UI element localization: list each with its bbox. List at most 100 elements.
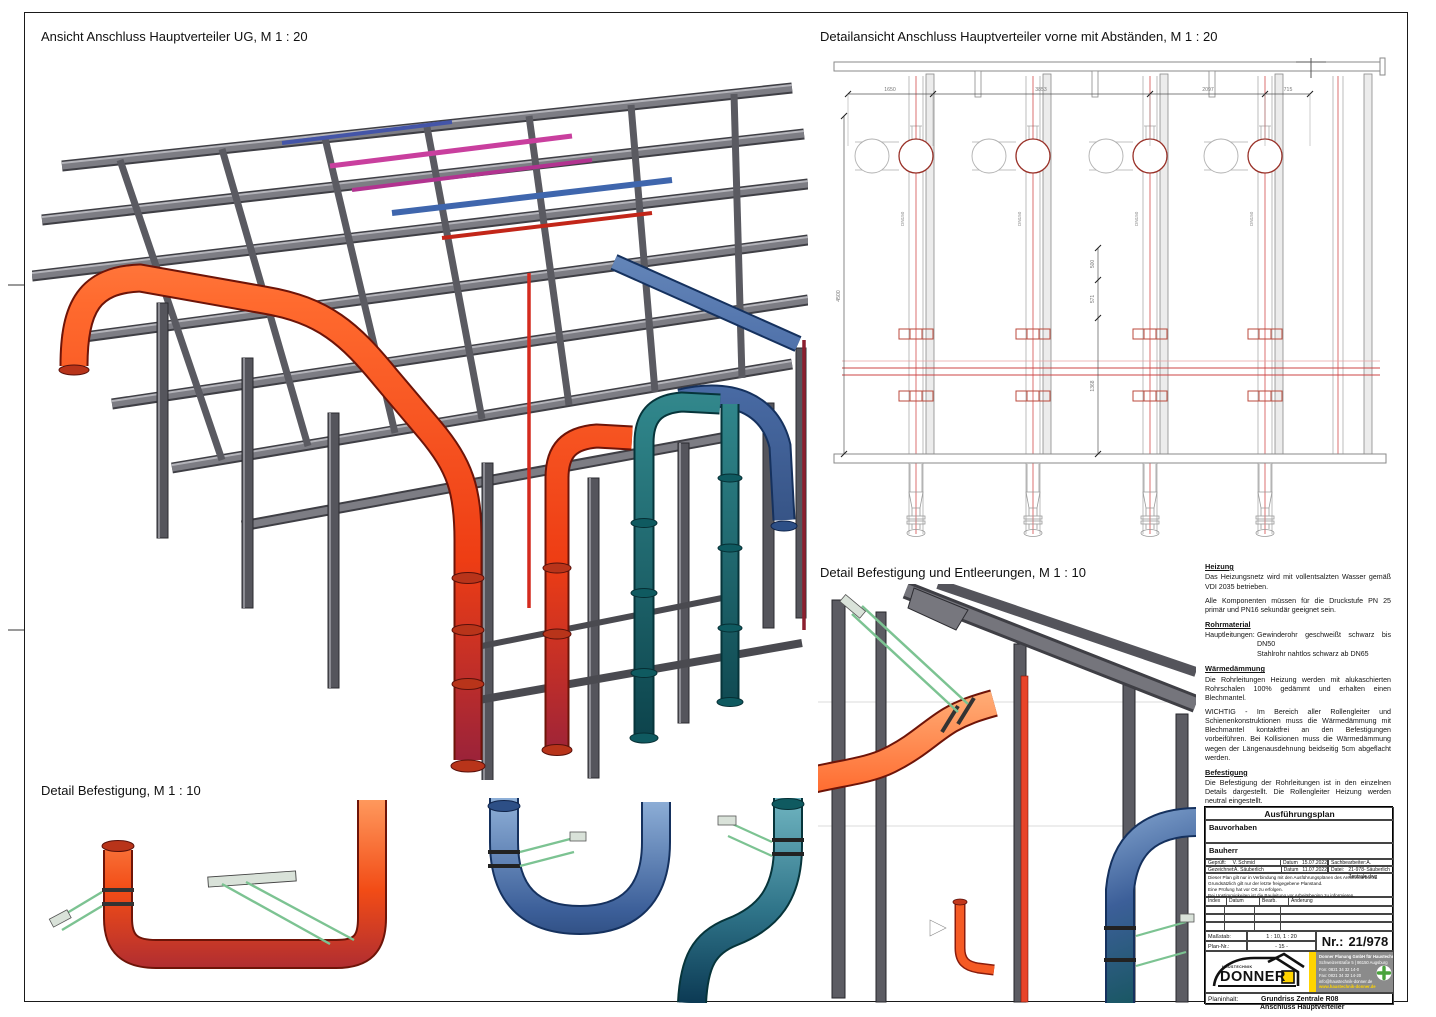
notes-heizung-title: Heizung <box>1205 562 1391 571</box>
hauptleitungen-label: Hauptleitungen: <box>1205 631 1257 649</box>
hauptleitungen-label-spacer <box>1205 650 1257 659</box>
riser-partial <box>1333 74 1372 456</box>
view4-detail-drawing <box>32 798 810 1003</box>
riser-group: DN150 <box>1089 74 1168 537</box>
datum1-value: 15.07.2022 <box>1302 860 1327 865</box>
view2-title: Detailansicht Anschluss Hauptverteiler v… <box>820 29 1217 44</box>
plan-sheet: Ansicht Anschluss Hauptverteiler UG, M 1… <box>0 0 1436 1017</box>
plannr-label: Plan-Nr.: <box>1205 941 1247 951</box>
view3-detail-drawing <box>818 584 1196 1003</box>
red-pipe-detail <box>818 676 1028 1002</box>
white-arrow-marker <box>930 920 946 936</box>
riser-group: DN150 <box>1204 74 1283 537</box>
sachbearbeiter-label: Sachbearbeiter: <box>1329 860 1366 865</box>
fold-mark-bottom <box>8 629 24 631</box>
pipe-dn-label: DN150 <box>900 211 905 226</box>
fold-mark-top <box>8 284 24 286</box>
geprueft-row: Geprüft: V. Schmid Datum 15.07.2022 <box>1205 859 1328 866</box>
datum2-value: 11.07.2022 <box>1302 867 1327 872</box>
dimension-left: 4500 <box>836 113 847 457</box>
notes-rohrmaterial-title: Rohrmaterial <box>1205 620 1391 629</box>
bearb-col: Bearb. <box>1260 898 1289 905</box>
bottom-beam <box>834 454 1386 463</box>
planinhalt-line2: Anschluss Hauptverteiler <box>1260 1004 1344 1011</box>
aenderung-col: Änderung <box>1289 898 1313 905</box>
datum2-label: Datum <box>1281 867 1303 872</box>
riser-groups: DN150 <box>855 74 1372 537</box>
bauvorhaben-label: Bauvorhaben <box>1206 821 1393 832</box>
top-beam <box>834 58 1385 97</box>
company-info-box: Donner Planung GmbH für Haustechnik Schw… <box>1316 952 1394 993</box>
geprueft-value: V. Schmid <box>1233 860 1280 865</box>
logo-row: HAUSTECHNIK DONNER Donner Planung GmbH f… <box>1205 951 1394 993</box>
detail-blue-ubend <box>488 798 656 920</box>
company-line: www.haustechnik-donner.de <box>1319 984 1392 990</box>
svg-text:715: 715 <box>1284 87 1293 93</box>
gezeichnet-value: A. Säuberlich <box>1234 867 1281 872</box>
bauherr-label: Bauherr <box>1206 844 1393 855</box>
index-empty-row <box>1205 922 1394 931</box>
datei-label: Datei: <box>1329 867 1348 872</box>
massstab-value: 1 : 10, 1 : 20 <box>1247 931 1316 941</box>
company-line: Donner Planung GmbH für Haustechnik <box>1319 954 1392 960</box>
dimension-chain-top <box>845 91 1313 146</box>
svg-text:4500: 4500 <box>836 290 842 302</box>
nr-value: 21/978 <box>1348 934 1388 949</box>
datei-value: 21-978-Zentrale.dwg <box>1348 867 1393 872</box>
riser-group: DN150 <box>855 74 934 537</box>
disclaimer-box: Dieser Plan gilt nur in Verbindung mit d… <box>1205 873 1394 897</box>
gezeichnet-label: Gezeichnet: <box>1206 867 1234 872</box>
massstab-label: Maßstab: <box>1205 931 1247 941</box>
svg-text:571: 571 <box>1090 295 1096 304</box>
pipe-dn-label: DN150 <box>1017 211 1022 226</box>
index-col: Index <box>1206 898 1227 905</box>
orange-heating-pipes <box>59 278 632 772</box>
donner-logo: HAUSTECHNIK DONNER <box>1206 952 1309 993</box>
index-empty-row <box>1205 906 1394 914</box>
pipe-dn-label: DN150 <box>1249 211 1254 226</box>
svg-text:1650: 1650 <box>884 87 896 93</box>
datum-col: Datum <box>1227 898 1260 905</box>
svg-text:1368: 1368 <box>1090 380 1096 391</box>
notes-daemmung-p2: WICHTIG - Im Bereich aller Rollengleiter… <box>1205 708 1391 762</box>
title-block: Ausführungsplan Bauvorhaben Bauherr Gepr… <box>1204 806 1393 1004</box>
index-empty-row <box>1205 914 1394 922</box>
riser-group: DN150 <box>972 74 1051 537</box>
yellow-stripe <box>1309 952 1316 993</box>
drain-fittings <box>930 899 994 970</box>
notes-befestigung-title: Befestigung <box>1205 768 1391 777</box>
index-header-row: Index Datum Bearb. Änderung <box>1205 897 1394 906</box>
bauvorhaben-box: Bauvorhaben <box>1205 820 1394 843</box>
view2-elevation-drawing: DN150 <box>828 56 1394 548</box>
datei-row: Datei: 21-978-Zentrale.dwg <box>1328 866 1394 873</box>
view4-title: Detail Befestigung, M 1 : 10 <box>41 783 201 798</box>
view3-title: Detail Befestigung und Entleerungen, M 1… <box>820 565 1086 580</box>
geprueft-label: Geprüft: <box>1206 860 1233 865</box>
notes-heizung-p2: Alle Komponenten müssen für die Druckstu… <box>1205 597 1391 615</box>
svg-text:2097: 2097 <box>1202 87 1214 93</box>
dimension-labels-top: 1650 3853 2097 715 <box>884 87 1292 93</box>
view1-title: Ansicht Anschluss Hauptverteiler UG, M 1… <box>41 29 308 44</box>
notes-daemmung-title: Wärmedämmung <box>1205 664 1391 673</box>
hauptleitungen-value-1: Gewinderohr geschweißt schwarz bis DN50 <box>1257 631 1391 649</box>
detail-teal-elbow <box>692 798 804 1003</box>
bauherr-box: Bauherr <box>1205 843 1394 859</box>
sachbearbeiter-value: A. Säuberlich <box>1366 860 1393 865</box>
planinhalt-row-spacer <box>1205 993 1394 1005</box>
pipe-dn-label: DN150 <box>1134 211 1139 226</box>
notes-heizung-p1: Das Heizungsnetz wird mit vollentsalzten… <box>1205 573 1391 591</box>
plan-number-box: Nr.: 21/978 <box>1316 931 1394 951</box>
notes-daemmung-p1: Die Rohrleitungen Heizung werden mit alu… <box>1205 676 1391 703</box>
logo-brand: DONNER <box>1220 969 1286 985</box>
hauptleitungen-value-2: Stahlrohr nahtlos schwarz ab DN65 <box>1257 650 1369 659</box>
notes-befestigung-p1: Die Befestigung der Rohrleitungen ist in… <box>1205 779 1391 806</box>
detail-red-elbow <box>49 800 372 954</box>
nr-label: Nr.: <box>1322 934 1344 949</box>
datum1-label: Datum <box>1280 860 1302 865</box>
dimension-chain-mid: 500 571 1368 <box>1090 245 1101 457</box>
svg-text:500: 500 <box>1090 260 1096 269</box>
svg-text:3853: 3853 <box>1035 87 1047 93</box>
view1-isometric-drawing <box>32 48 808 780</box>
plannr-value: - 15 - <box>1247 941 1316 951</box>
logo-underline <box>1218 985 1296 987</box>
